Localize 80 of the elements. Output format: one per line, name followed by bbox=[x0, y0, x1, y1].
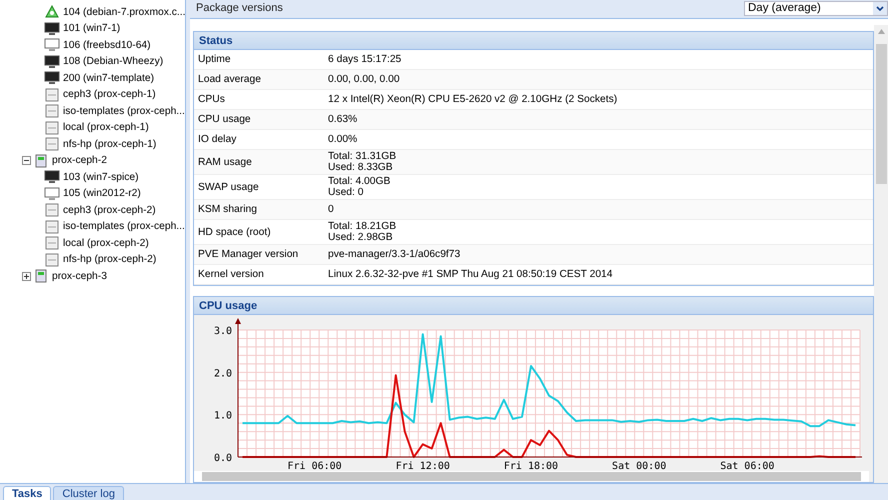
scrollbar-thumb[interactable] bbox=[876, 44, 886, 184]
tree-item[interactable]: iso-templates (prox-ceph... bbox=[63, 106, 185, 117]
monitor-icon bbox=[44, 22, 60, 36]
storage-icon bbox=[44, 120, 60, 135]
timeframe-dropdown[interactable]: Day (average) bbox=[744, 0, 888, 16]
horizontal-scrollbar[interactable] bbox=[194, 471, 869, 482]
status-label: Load average bbox=[197, 74, 262, 85]
tree-item[interactable]: 104 (debian-7.proxmox.c... bbox=[63, 6, 185, 18]
status-label: CPU usage bbox=[197, 114, 252, 125]
template-icon bbox=[44, 5, 60, 20]
status-value: Total: 18.21GB Used: 2.98GB bbox=[328, 221, 396, 243]
storage-icon bbox=[44, 220, 60, 234]
tree-item[interactable]: ceph3 (prox-ceph-2) bbox=[63, 204, 156, 216]
tree-item[interactable]: 200 (win7-template) bbox=[63, 72, 154, 84]
status-value: 0 bbox=[328, 203, 334, 217]
collapse-icon[interactable] bbox=[22, 156, 31, 166]
panel-title: Status bbox=[194, 32, 873, 50]
status-value: Linux 2.6.32-32-pve #1 SMP Thu Aug 21 08:50:19 CEST 2014 bbox=[328, 268, 613, 282]
status-value: Total: 31.31GB Used: 8.33GB bbox=[328, 151, 396, 173]
package-versions-button[interactable]: Package versions bbox=[194, 2, 285, 14]
axis-tick-label: Sat 06:00 bbox=[720, 461, 774, 471]
expand-icon[interactable] bbox=[22, 272, 31, 281]
tree-item[interactable]: 101 (win7-1) bbox=[63, 23, 120, 34]
tree-item[interactable]: ceph3 (prox-ceph-1) bbox=[63, 89, 156, 100]
status-label: Kernel version bbox=[197, 269, 265, 280]
panel-title: CPU usage bbox=[194, 297, 873, 315]
storage-icon bbox=[44, 252, 60, 267]
axis-tick-label: 2.0 bbox=[214, 368, 232, 380]
tab[interactable]: Cluster log bbox=[53, 486, 124, 500]
status-value: 0.63% bbox=[328, 113, 358, 127]
status-label: SWAP usage bbox=[197, 182, 260, 192]
tree-item[interactable]: iso-templates (prox-ceph... bbox=[63, 221, 185, 232]
tree-item[interactable]: local (prox-ceph-1) bbox=[63, 122, 149, 134]
storage-icon bbox=[44, 203, 60, 218]
storage-icon bbox=[44, 137, 60, 152]
tree-item[interactable]: local (prox-ceph-2) bbox=[63, 238, 149, 249]
tab[interactable]: Tasks bbox=[3, 486, 52, 500]
tree-item[interactable]: 106 (freebsd10-64) bbox=[63, 40, 151, 51]
caret-icon bbox=[873, 2, 887, 14]
dropdown-value: Day (average) bbox=[748, 2, 821, 14]
status-label: RAM usage bbox=[197, 156, 253, 168]
status-label: IO delay bbox=[197, 134, 238, 145]
status-value: 0.00% bbox=[328, 133, 358, 147]
status-label: KSM sharing bbox=[197, 204, 258, 215]
status-value: 12 x Intel(R) Xeon(R) CPU E5-2620 v2 @ 2.10GHz (2 Sockets) bbox=[328, 93, 618, 107]
status-value: Total: 4.00GB Used: 0 bbox=[328, 176, 390, 198]
status-value: 6 days 15:17:25 bbox=[328, 53, 402, 67]
vertical-scrollbar[interactable] bbox=[874, 25, 888, 484]
status-label: CPUs bbox=[197, 94, 226, 105]
monitor-icon bbox=[44, 38, 60, 52]
tree-item[interactable]: 105 (win2012-r2) bbox=[63, 188, 141, 200]
tree-item[interactable]: 108 (Debian-Wheezy) bbox=[63, 56, 164, 68]
status-value: pve-manager/3.3-1/a06c9f73 bbox=[328, 248, 460, 262]
status-label: PVE Manager version bbox=[197, 249, 300, 260]
axis-tick-label: Fri 12:00 bbox=[396, 461, 450, 471]
tree-item[interactable]: 103 (win7-spice) bbox=[63, 172, 139, 183]
axis-tick-label: 0.0 bbox=[214, 453, 232, 464]
tree-item[interactable]: nfs-hp (prox-ceph-1) bbox=[63, 138, 156, 150]
storage-icon bbox=[44, 236, 60, 250]
monitor-icon bbox=[44, 186, 60, 201]
tree-item[interactable]: prox-ceph-2 bbox=[52, 155, 107, 166]
monitor-icon bbox=[44, 71, 60, 86]
monitor-icon bbox=[44, 54, 60, 69]
storage-icon bbox=[44, 88, 60, 102]
monitor-icon bbox=[44, 170, 60, 184]
tree-item[interactable]: prox-ceph-3 bbox=[52, 270, 107, 282]
tree-item[interactable]: nfs-hp (prox-ceph-2) bbox=[63, 254, 156, 266]
scroll-up-icon[interactable] bbox=[878, 29, 884, 34]
scrollbar-thumb[interactable] bbox=[202, 472, 861, 481]
axis-tick-label: 3.0 bbox=[214, 326, 232, 337]
axis-tick-label: 1.0 bbox=[214, 410, 232, 422]
axis-tick-label: Sat 00:00 bbox=[612, 461, 666, 471]
axis-tick-label: Fri 18:00 bbox=[504, 461, 558, 471]
status-label: HD space (root) bbox=[197, 226, 272, 238]
storage-icon bbox=[44, 104, 60, 118]
status-label: Uptime bbox=[197, 54, 232, 65]
axis-tick-label: Fri 06:00 bbox=[288, 461, 342, 471]
status-value: 0.00, 0.00, 0.00 bbox=[328, 73, 400, 87]
server-icon bbox=[33, 154, 49, 168]
server-icon bbox=[33, 269, 49, 284]
